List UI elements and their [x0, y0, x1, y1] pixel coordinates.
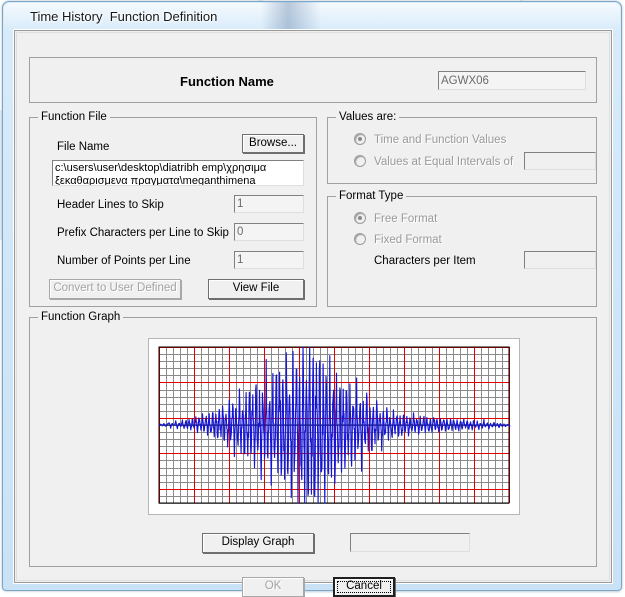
radio-free-format-label: Free Format [374, 213, 438, 225]
ok-button: OK [242, 577, 304, 597]
window-title: Time History Function Definition [30, 9, 218, 24]
display-graph-label: Display Graph [221, 536, 295, 549]
radio-dot-icon [358, 137, 362, 141]
function-name-label: Function Name [180, 74, 274, 89]
radio-fixed-format [354, 233, 366, 245]
function-file-group-label: Function File [38, 111, 110, 123]
prefix-chars-label: Prefix Characters per Line to Skip [57, 227, 229, 239]
radio-time-and-function-values [354, 133, 366, 145]
function-graph-group: Function Graph Display Graph [29, 311, 597, 567]
browse-button[interactable]: Browse... [242, 134, 304, 153]
view-file-button[interactable]: View File [208, 279, 304, 299]
radio-fixed-format-label: Fixed Format [374, 234, 442, 246]
function-name-panel: Function Name AGWX06 [29, 57, 597, 103]
radio-values-at-equal-intervals [354, 155, 366, 167]
function-file-group: Function File File Name Browse... c:\use… [29, 111, 317, 307]
waveform-chart [149, 339, 519, 514]
graph-readout-field [350, 533, 470, 552]
convert-to-user-defined-button: Convert to User Defined [49, 279, 181, 299]
format-type-group-label: Format Type [336, 190, 407, 202]
equal-interval-field [524, 152, 596, 170]
chars-per-item-label: Characters per Item [374, 255, 476, 267]
function-graph-group-label: Function Graph [38, 311, 124, 323]
radio-values-at-equal-intervals-label: Values at Equal Intervals of [374, 156, 514, 168]
prefix-chars-field[interactable]: 0 [234, 223, 304, 241]
file-name-label: File Name [57, 141, 110, 153]
focus-ring [337, 581, 391, 593]
header-lines-field[interactable]: 1 [234, 195, 304, 213]
format-type-group: Format Type Free Format Fixed Format Cha… [327, 190, 597, 307]
display-graph-button[interactable]: Display Graph [202, 533, 314, 553]
cancel-button[interactable]: Cancel [333, 577, 395, 597]
dialog-client-area: Function Name AGWX06 Function File File … [16, 32, 610, 597]
browse-button-label: Browse... [249, 136, 297, 149]
view-file-label: View File [232, 282, 280, 295]
file-path-field[interactable]: c:\users\user\desktop\diatribh emp\χρησι… [52, 160, 304, 186]
radio-free-format [354, 212, 366, 224]
convert-to-user-defined-label: Convert to User Defined [53, 282, 177, 295]
header-lines-label: Header Lines to Skip [57, 199, 164, 211]
chars-per-item-field [524, 251, 596, 269]
function-definition-dialog: Function Name AGWX06 Function File File … [13, 29, 613, 597]
ok-button-label: OK [264, 580, 282, 593]
function-name-field[interactable]: AGWX06 [438, 71, 586, 90]
values-are-group-label: Values are: [336, 111, 400, 123]
points-per-line-label: Number of Points per Line [57, 255, 191, 267]
window-frame: Time History Function Definition Functio… [2, 1, 622, 597]
values-are-group: Values are: Time and Function Values Val… [327, 111, 597, 184]
radio-dot-icon [358, 216, 362, 220]
radio-time-and-function-values-label: Time and Function Values [374, 134, 507, 146]
points-per-line-field[interactable]: 1 [234, 251, 304, 269]
function-graph-plot[interactable] [148, 338, 520, 515]
